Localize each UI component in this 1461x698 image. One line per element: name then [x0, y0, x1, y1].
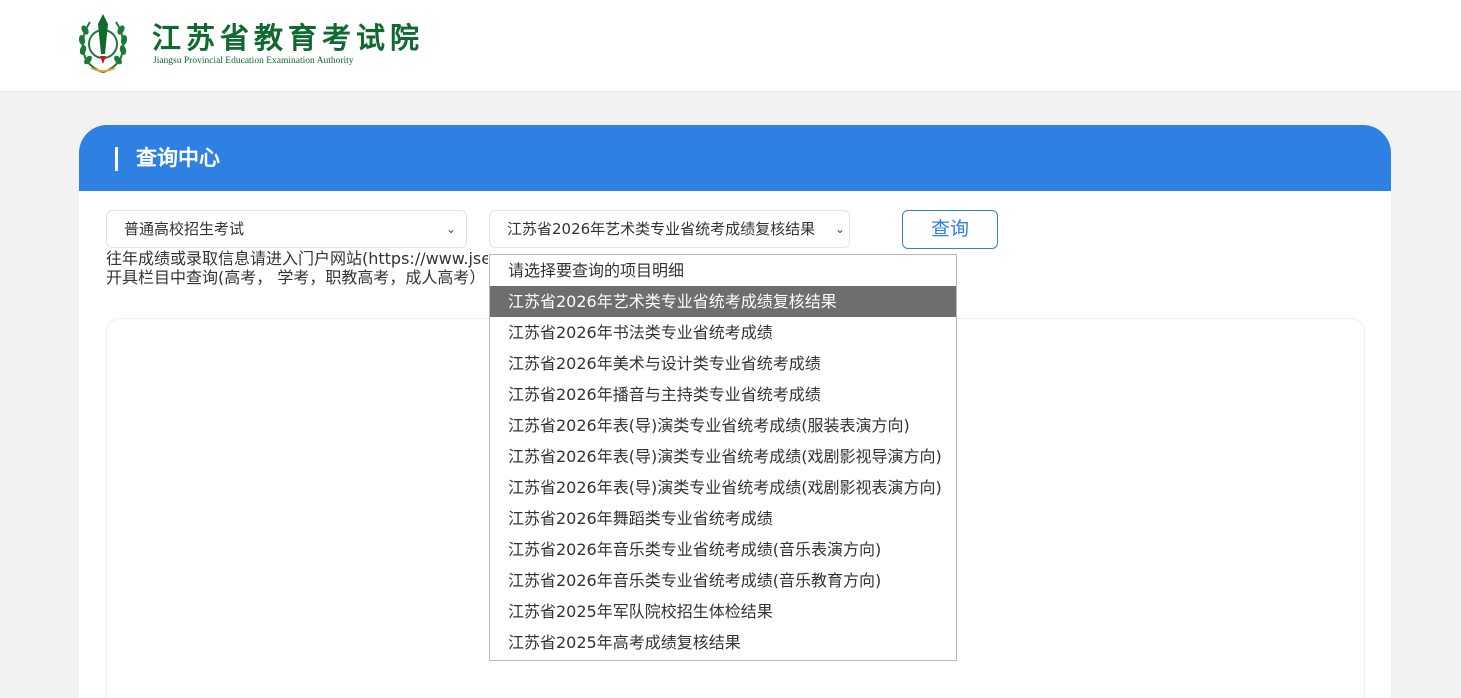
dropdown-option[interactable]: 江苏省2026年美术与设计类专业省统考成绩	[490, 348, 956, 379]
query-button[interactable]: 查询	[902, 210, 998, 249]
dropdown-option[interactable]: 江苏省2026年书法类专业省统考成绩	[490, 317, 956, 348]
dropdown-option[interactable]: 江苏省2026年音乐类专业省统考成绩(音乐教育方向)	[490, 565, 956, 596]
chevron-down-icon: ⌄	[834, 222, 845, 236]
project-select[interactable]: 江苏省2026年艺术类专业省统考成绩复核结果 ⌄	[489, 210, 850, 248]
notice-line-1: 往年成绩或录取信息请进入门户网站(https://www.jseea.cn)日中…	[106, 249, 488, 268]
panel-title: 查询中心	[136, 146, 220, 170]
dropdown-option[interactable]: 江苏省2026年表(导)演类专业省统考成绩(戏剧影视表演方向)	[490, 472, 956, 503]
dropdown-option[interactable]: 江苏省2026年表(导)演类专业省统考成绩(服装表演方向)	[490, 410, 956, 441]
exam-category-select[interactable]: 普通高校招生考试 ⌄	[106, 210, 467, 248]
site-title: 江苏省教育考试院	[152, 21, 425, 55]
project-dropdown-list[interactable]: 请选择要查询的项目明细 江苏省2026年艺术类专业省统考成绩复核结果 江苏省2026…	[489, 254, 957, 661]
notice-line-2: 开具栏目中查询(高考， 学考，职教高考，成人高考）	[106, 268, 486, 287]
dropdown-option[interactable]: 江苏省2026年表(导)演类专业省统考成绩(戏剧影视导演方向)	[490, 441, 956, 472]
dropdown-option[interactable]: 江苏省2026年播音与主持类专业省统考成绩	[490, 379, 956, 410]
panel-header: 查询中心	[79, 125, 1391, 191]
chevron-down-icon: ⌄	[445, 222, 456, 236]
site-header: 江苏省教育考试院 Jiangsu Provincial Education Ex…	[0, 0, 1461, 92]
dropdown-option[interactable]: 请选择要查询的项目明细	[490, 255, 956, 286]
dropdown-option[interactable]: 江苏省2026年音乐类专业省统考成绩(音乐表演方向)	[490, 534, 956, 565]
project-value: 江苏省2026年艺术类专业省统考成绩复核结果	[507, 220, 816, 238]
exam-category-value: 普通高校招生考试	[124, 220, 245, 238]
dropdown-option[interactable]: 江苏省2026年艺术类专业省统考成绩复核结果	[490, 286, 956, 317]
laurel-emblem-icon[interactable]	[76, 10, 130, 76]
dropdown-option[interactable]: 江苏省2025年军队院校招生体检结果	[490, 596, 956, 627]
site-subtitle: Jiangsu Provincial Education Examination…	[153, 56, 354, 66]
dropdown-option[interactable]: 江苏省2026年舞蹈类专业省统考成绩	[490, 503, 956, 534]
title-accent-bar	[115, 147, 118, 171]
dropdown-option[interactable]: 江苏省2025年高考成绩复核结果	[490, 627, 956, 658]
